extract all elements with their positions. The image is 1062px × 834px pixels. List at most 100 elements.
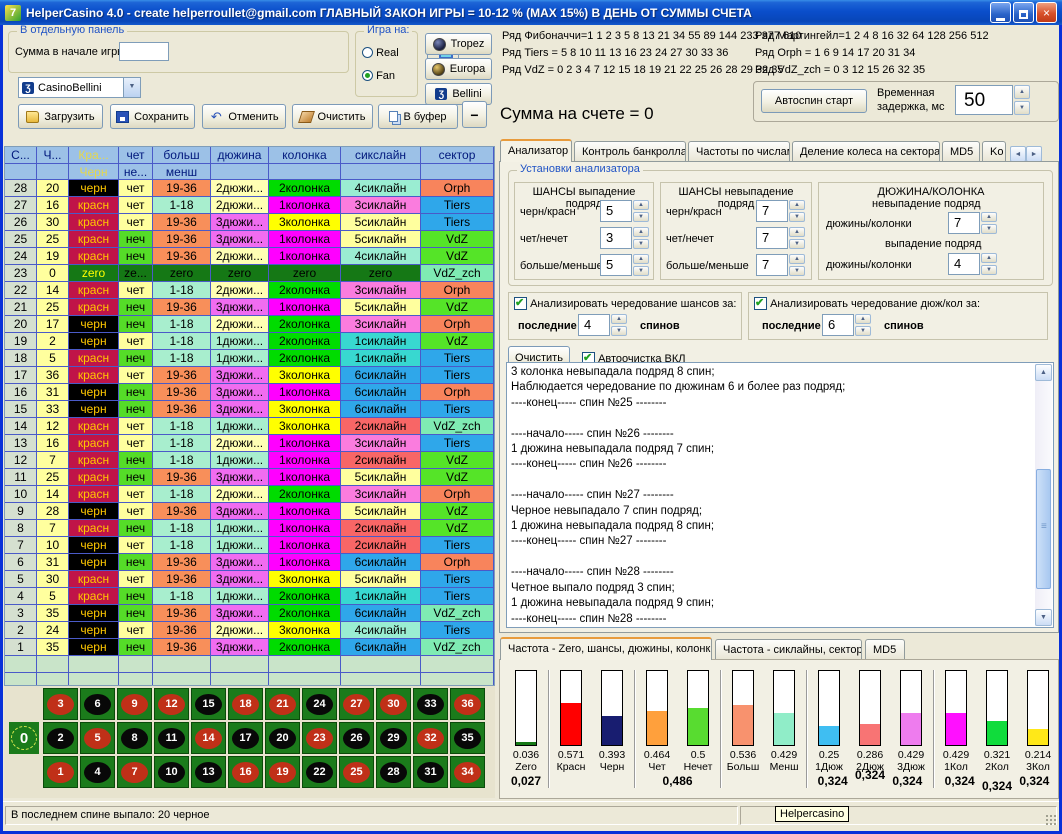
- cell[interactable]: 27: [5, 197, 37, 213]
- minimize-button[interactable]: [990, 2, 1011, 23]
- b2r2-value[interactable]: 7: [756, 227, 788, 249]
- b2r1-down[interactable]: ▼: [789, 212, 805, 222]
- radio-fan[interactable]: Fan: [362, 70, 395, 82]
- resize-grip[interactable]: [1045, 814, 1057, 826]
- cell[interactable]: 25: [37, 299, 69, 315]
- cell[interactable]: 3дюжи...: [211, 214, 269, 230]
- cell[interactable]: красн: [69, 588, 119, 604]
- board-cell-24[interactable]: 24: [302, 688, 337, 720]
- delay-down-button[interactable]: ▼: [1014, 101, 1030, 115]
- table-row-3[interactable]: 335черннеч19-363дюжи...2колонка6сиклайнV…: [5, 605, 494, 622]
- cell[interactable]: 2колонка: [269, 282, 341, 298]
- board-cell-26[interactable]: 26: [339, 722, 374, 754]
- cell[interactable]: 25: [5, 231, 37, 247]
- board-cell-21[interactable]: 21: [265, 688, 300, 720]
- b2r3-spinner[interactable]: 7 ▲▼: [756, 254, 805, 276]
- table-row-22[interactable]: 2214краснчет1-182дюжи...2колонка3сиклайн…: [5, 282, 494, 299]
- cell[interactable]: 19-36: [153, 214, 211, 230]
- collapse-button[interactable]: −: [462, 101, 487, 128]
- cell[interactable]: Orph: [421, 282, 494, 298]
- cell[interactable]: 19-36: [153, 503, 211, 519]
- cell[interactable]: 3сиклайн: [341, 282, 421, 298]
- cell[interactable]: 8: [5, 520, 37, 536]
- cell[interactable]: неч: [119, 452, 153, 468]
- cell[interactable]: 24: [37, 622, 69, 638]
- cell[interactable]: 2колонка: [269, 180, 341, 196]
- table-row-15[interactable]: 1533черннеч19-363дюжи...3колонка6сиклайн…: [5, 401, 494, 418]
- save-button[interactable]: Сохранить: [110, 104, 195, 129]
- cell[interactable]: 4сиклайн: [341, 248, 421, 264]
- board-cell-11[interactable]: 11: [154, 722, 189, 754]
- b1r2-down[interactable]: ▼: [633, 239, 649, 249]
- table-row-19[interactable]: 192чернчет1-181дюжи...2колонка1сиклайнVd…: [5, 333, 494, 350]
- board-cell-25[interactable]: 25: [339, 756, 374, 788]
- cell[interactable]: 19-36: [153, 384, 211, 400]
- cell[interactable]: неч: [119, 316, 153, 332]
- cell[interactable]: 16: [5, 384, 37, 400]
- alternation-chances-check[interactable]: Анализировать чередование шансов за:: [514, 297, 736, 310]
- table-row-27[interactable]: 2716краснчет1-182дюжи...1колонка3сиклайн…: [5, 197, 494, 214]
- cell[interactable]: чет: [119, 418, 153, 434]
- cell[interactable]: ze...: [119, 265, 153, 281]
- board-cell-28[interactable]: 28: [376, 756, 411, 788]
- table-row-5[interactable]: 530краснчет19-363дюжи...3колонка5сиклайн…: [5, 571, 494, 588]
- b2r1-up[interactable]: ▲: [789, 200, 805, 210]
- cell[interactable]: 3: [5, 605, 37, 621]
- casino-europa-button[interactable]: Europa: [425, 58, 492, 80]
- board-cell-5[interactable]: 5: [80, 722, 115, 754]
- cell[interactable]: 1-18: [153, 537, 211, 553]
- alternation-dozen-checkbox[interactable]: [754, 297, 767, 310]
- cell[interactable]: неч: [119, 520, 153, 536]
- cell[interactable]: 5: [5, 571, 37, 587]
- cell[interactable]: 19-36: [153, 605, 211, 621]
- scroll-thumb[interactable]: [1036, 469, 1051, 589]
- cell[interactable]: 1колонка: [269, 469, 341, 485]
- cell[interactable]: неч: [119, 588, 153, 604]
- cell[interactable]: Orph: [421, 486, 494, 502]
- cell[interactable]: черн: [69, 622, 119, 638]
- cell[interactable]: 1колонка: [269, 248, 341, 264]
- cell[interactable]: zero: [211, 265, 269, 281]
- cell[interactable]: 23: [5, 265, 37, 281]
- cell[interactable]: 19-36: [153, 180, 211, 196]
- table-row-4[interactable]: 45красннеч1-181дюжи...2колонка1сиклайнTi…: [5, 588, 494, 605]
- cell[interactable]: черн: [69, 384, 119, 400]
- cell[interactable]: 4сиклайн: [341, 180, 421, 196]
- cell[interactable]: 2колонка: [269, 486, 341, 502]
- cell[interactable]: 2колонка: [269, 350, 341, 366]
- cell[interactable]: 20: [5, 316, 37, 332]
- cell[interactable]: чет: [119, 197, 153, 213]
- cell[interactable]: чет: [119, 486, 153, 502]
- cell[interactable]: 3дюжи...: [211, 384, 269, 400]
- dc-r1-spinner[interactable]: 7 ▲▼: [948, 212, 997, 234]
- cell[interactable]: чет: [119, 214, 153, 230]
- table-row-25[interactable]: 2525красннеч19-363дюжи...1колонка5сиклай…: [5, 231, 494, 248]
- cell[interactable]: 5: [37, 350, 69, 366]
- dc-r2-spinner[interactable]: 4 ▲▼: [948, 253, 997, 275]
- board-cell-15[interactable]: 15: [191, 688, 226, 720]
- cell[interactable]: 33: [37, 401, 69, 417]
- cell[interactable]: 1дюжи...: [211, 520, 269, 536]
- cell[interactable]: красн: [69, 248, 119, 264]
- cell[interactable]: 2дюжи...: [211, 282, 269, 298]
- cell[interactable]: VdZ: [421, 299, 494, 315]
- board-cell-23[interactable]: 23: [302, 722, 337, 754]
- cell[interactable]: 1-18: [153, 452, 211, 468]
- cell[interactable]: 2сиклайн: [341, 418, 421, 434]
- autospin-start-button[interactable]: Автоспин старт: [761, 89, 867, 113]
- cell[interactable]: 16: [37, 435, 69, 451]
- b2r3-down[interactable]: ▼: [789, 266, 805, 276]
- cell[interactable]: черн: [69, 503, 119, 519]
- cell[interactable]: 1-18: [153, 350, 211, 366]
- check1-spinner[interactable]: 4 ▲▼: [578, 314, 627, 336]
- tab-freq-md5[interactable]: MD5: [865, 639, 905, 660]
- tab-scroll-right-icon[interactable]: ►: [1026, 146, 1042, 162]
- cell[interactable]: 1колонка: [269, 384, 341, 400]
- cell[interactable]: Tiers: [421, 367, 494, 383]
- cell[interactable]: 3колонка: [269, 622, 341, 638]
- cell[interactable]: Orph: [421, 554, 494, 570]
- cell[interactable]: 3колонка: [269, 401, 341, 417]
- cell[interactable]: 3дюжи...: [211, 299, 269, 315]
- board-cell-33[interactable]: 33: [413, 688, 448, 720]
- cell[interactable]: 28: [37, 503, 69, 519]
